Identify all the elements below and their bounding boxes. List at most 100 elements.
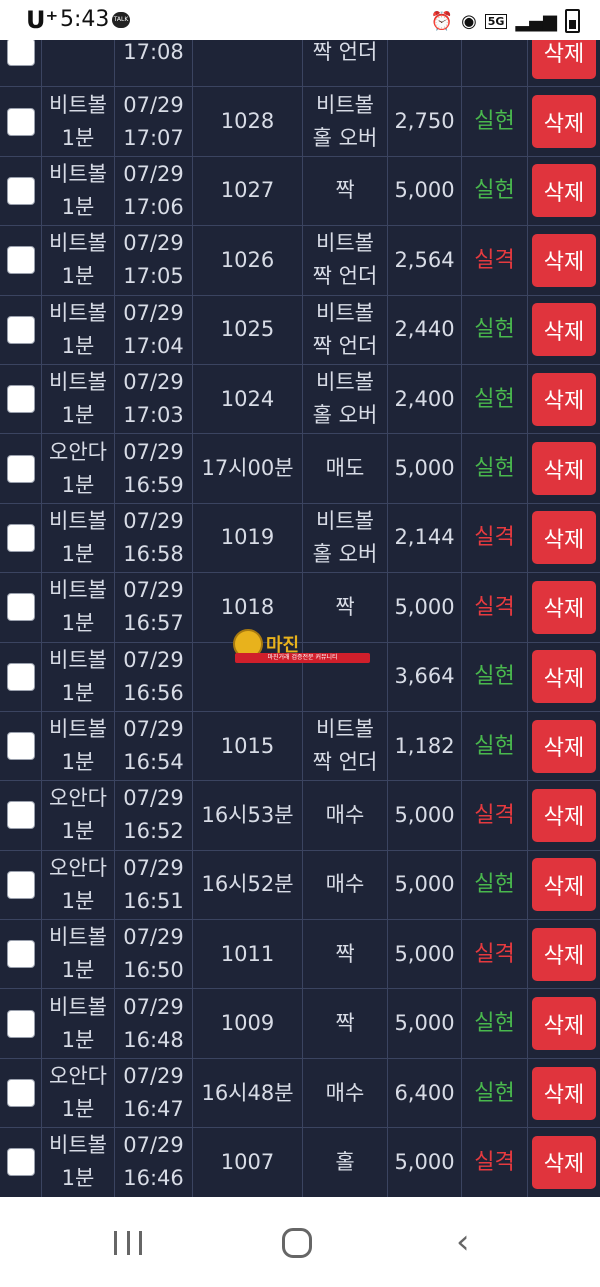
amount-cell: 5,000 <box>388 989 462 1058</box>
delete-button[interactable]: 삭제 <box>532 788 596 842</box>
amount-cell: 1,182 <box>388 711 462 781</box>
row-checkbox[interactable] <box>6 107 35 136</box>
row-checkbox[interactable] <box>6 870 35 899</box>
delete-button[interactable]: 삭제 <box>532 372 596 426</box>
status-badge: 실현 <box>474 178 515 204</box>
row-checkbox-cell[interactable] <box>0 156 42 226</box>
delete-cell: 삭제 <box>528 1059 600 1127</box>
row-checkbox-cell[interactable] <box>0 295 42 364</box>
pick-value: 짝 <box>335 178 355 203</box>
row-checkbox-cell[interactable] <box>0 573 42 642</box>
game-cell: 오안다 1분 <box>42 434 115 503</box>
datetime-cell: 07/29 16:56 <box>115 642 193 711</box>
delete-button[interactable]: 삭제 <box>532 95 596 149</box>
bet-history-rows: 17:08 짝 언더 삭제 비트볼 1분 07/29 17:07 1028 비트볼 홀 오버 2,7… <box>0 40 600 1197</box>
delete-button[interactable]: 삭제 <box>532 511 596 565</box>
row-checkbox-cell[interactable] <box>0 87 42 156</box>
row-checkbox-cell[interactable] <box>0 226 42 295</box>
game-name: 비트볼 <box>49 647 107 672</box>
delete-button[interactable]: 삭제 <box>532 1066 596 1120</box>
row-checkbox-cell[interactable] <box>0 1128 42 1197</box>
row-checkbox-cell[interactable] <box>0 1058 42 1128</box>
row-checkbox[interactable] <box>6 385 35 414</box>
row-checkbox[interactable] <box>6 801 35 830</box>
delete-button[interactable]: 삭제 <box>532 650 596 704</box>
result-cell: 실현 <box>462 295 528 364</box>
bet-amount: 5,000 <box>394 456 455 481</box>
datetime-cell: 07/29 17:04 <box>115 295 193 364</box>
row-checkbox-cell[interactable] <box>0 642 42 711</box>
bet-amount: 6,400 <box>394 1080 455 1105</box>
round-number: 16시48분 <box>201 1080 294 1105</box>
game-name: 오안다 <box>49 855 107 880</box>
table-row: 비트볼 1분 07/29 17:04 1025 비트볼 짝 언더 2,440 실현 삭제 <box>0 295 600 365</box>
row-checkbox-cell[interactable] <box>0 850 42 920</box>
delete-button[interactable]: 삭제 <box>532 303 596 357</box>
game-name: 오안다 <box>49 786 107 811</box>
back-icon[interactable]: ‹ <box>456 1225 470 1259</box>
pick-value: 홀 오버 <box>312 403 378 428</box>
row-checkbox[interactable] <box>6 1148 35 1177</box>
bet-time: 17:04 <box>123 333 184 358</box>
game-cell: 오안다 1분 <box>42 850 115 920</box>
delete-button[interactable]: 삭제 <box>532 164 596 218</box>
recents-icon[interactable] <box>114 1231 142 1255</box>
datetime-cell: 17:08 <box>115 40 193 87</box>
status-badge: 실격 <box>474 525 515 551</box>
row-checkbox[interactable] <box>6 523 35 552</box>
delete-button[interactable]: 삭제 <box>532 927 596 981</box>
row-checkbox[interactable] <box>6 593 35 622</box>
game-cell: 비트볼 1분 <box>42 503 115 573</box>
row-checkbox[interactable] <box>6 940 35 969</box>
status-badge: 실현 <box>474 317 515 343</box>
pick-value: 매수 <box>325 1080 365 1105</box>
pick-value: 홀 오버 <box>312 541 378 566</box>
battery-icon <box>565 9 580 33</box>
round-cell: 17시00분 <box>193 434 303 503</box>
delete-button[interactable]: 삭제 <box>532 442 596 496</box>
round-number: 16시53분 <box>201 802 294 827</box>
row-checkbox[interactable] <box>6 1079 35 1108</box>
row-checkbox-cell[interactable] <box>0 781 42 850</box>
row-checkbox-cell[interactable] <box>0 989 42 1058</box>
row-checkbox[interactable] <box>6 732 35 761</box>
bet-amount: 5,000 <box>394 872 455 897</box>
bet-time: 17:07 <box>123 125 184 150</box>
delete-button[interactable]: 삭제 <box>532 1135 596 1189</box>
delete-button[interactable]: 삭제 <box>532 997 596 1051</box>
round-cell: 1026 <box>193 226 303 295</box>
bet-history-table[interactable]: 17:08 짝 언더 삭제 비트볼 1분 07/29 17:07 1028 비트볼 홀 오버 2,7… <box>0 40 600 1197</box>
row-checkbox-cell[interactable] <box>0 364 42 434</box>
bet-amount: 2,750 <box>394 109 455 134</box>
row-checkbox[interactable] <box>6 40 35 67</box>
bet-amount: 2,400 <box>394 386 455 411</box>
round-number: 1028 <box>220 109 275 134</box>
row-checkbox-cell[interactable] <box>0 711 42 781</box>
row-checkbox[interactable] <box>6 315 35 344</box>
result-cell: 실현 <box>462 850 528 920</box>
delete-button[interactable]: 삭제 <box>532 719 596 773</box>
row-checkbox[interactable] <box>6 1009 35 1038</box>
row-checkbox[interactable] <box>6 662 35 691</box>
game-cell: 비트볼 1분 <box>42 87 115 156</box>
row-checkbox-cell[interactable] <box>0 920 42 989</box>
pick-cell: 매수 <box>303 781 388 850</box>
home-icon[interactable] <box>282 1228 312 1258</box>
game-name: 비트볼 <box>49 231 107 256</box>
row-checkbox[interactable] <box>6 176 35 205</box>
row-checkbox-cell[interactable] <box>0 503 42 573</box>
delete-button[interactable]: 삭제 <box>532 40 596 79</box>
delete-button[interactable]: 삭제 <box>532 858 596 912</box>
pick-value: 비트볼 <box>316 92 374 117</box>
row-checkbox[interactable] <box>6 246 35 275</box>
game-name: 1분 <box>61 750 95 775</box>
row-checkbox[interactable] <box>6 454 35 483</box>
delete-button[interactable]: 삭제 <box>532 580 596 634</box>
row-checkbox-cell[interactable] <box>0 434 42 503</box>
pick-value: 매수 <box>325 872 365 897</box>
bet-amount: 5,000 <box>394 178 455 203</box>
bet-date: 07/29 <box>123 1064 184 1089</box>
row-checkbox-cell[interactable] <box>0 40 42 87</box>
delete-button[interactable]: 삭제 <box>532 233 596 287</box>
bet-date: 07/29 <box>123 786 184 811</box>
